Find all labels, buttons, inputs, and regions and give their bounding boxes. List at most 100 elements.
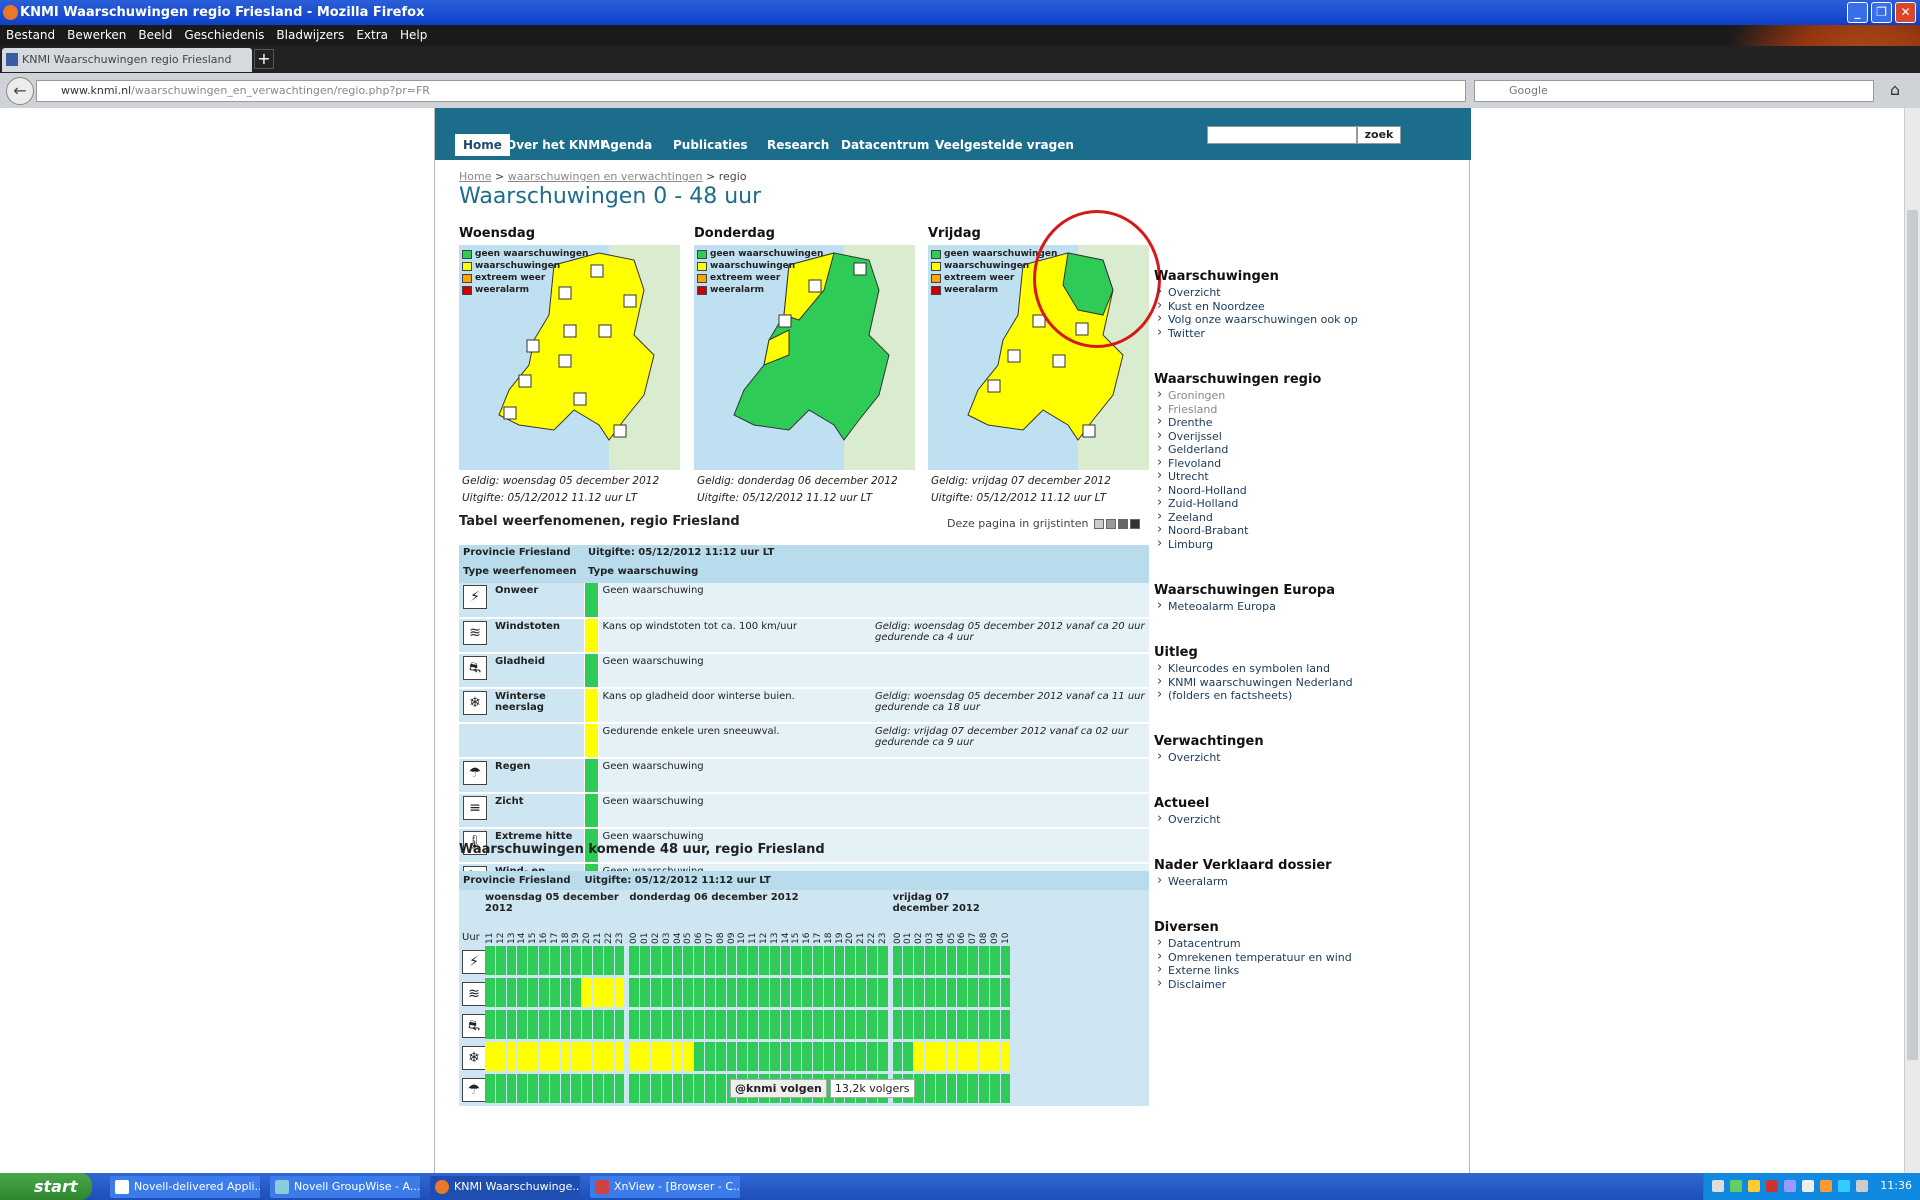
forecast-cell [582,1074,592,1103]
sidebar-link[interactable]: Friesland [1157,401,1217,416]
tray-icon[interactable] [1784,1180,1796,1192]
hour-tick: 10 [1000,932,1011,944]
xnview-icon [595,1180,609,1194]
warning-validity: Geldig: woensdag 05 december 2012 vanaf … [871,688,1149,724]
sidebar-link[interactable]: Meteoalarm Europa [1157,598,1276,613]
nav-home[interactable]: Home [455,134,510,156]
sidebar-link[interactable]: Utrecht [1157,468,1209,483]
tray-icon[interactable] [1820,1180,1832,1192]
forecast-cell [629,1042,640,1071]
menu-extra[interactable]: Extra [356,28,388,42]
tray-icon[interactable] [1838,1180,1850,1192]
sidebar-link[interactable]: Datacentrum [1157,935,1241,950]
volume-icon[interactable] [1856,1180,1868,1192]
browser-tab[interactable]: KNMI Waarschuwingen regio Friesland [2,48,252,72]
home-icon[interactable]: ⌂ [1884,80,1906,102]
nav-datacentrum[interactable]: Datacentrum [841,134,929,156]
twitter-follow[interactable]: @knmi volgen 13,2k volgers [730,1079,915,1098]
nav-agenda[interactable]: Agenda [601,134,652,156]
grayscale-toggle[interactable]: Deze pagina in grijstinten [947,517,1141,530]
tray-icon[interactable] [1748,1180,1760,1192]
menu-bladwijzers[interactable]: Bladwijzers [276,28,344,42]
sidebar-link[interactable]: KNMI waarschuwingen Nederland [1157,674,1353,689]
sidebar-link[interactable]: Drenthe [1157,414,1212,429]
sidebar-link[interactable]: Gelderland [1157,441,1228,456]
maximize-button[interactable]: ❐ [1871,2,1892,23]
sidebar-link[interactable]: Overzicht [1157,284,1221,299]
start-button[interactable]: start [0,1173,92,1200]
hour-tick: 11 [485,932,495,944]
site-search-button[interactable]: zoek [1357,126,1401,144]
hour-tick: 01 [903,932,914,944]
menu-help[interactable]: Help [400,28,427,42]
sidebar-link[interactable]: Volg onze waarschuwingen ook op [1157,311,1358,326]
sidebar-link[interactable]: Omrekenen temperatuur en wind [1157,949,1352,964]
warning-level [583,723,599,759]
nav-research[interactable]: Research [767,134,829,156]
sidebar-link[interactable]: Noord-Holland [1157,482,1247,497]
close-button[interactable]: ✕ [1895,2,1916,23]
minimize-button[interactable]: _ [1847,2,1868,23]
tray-icon[interactable] [1712,1180,1724,1192]
menu-beeld[interactable]: Beeld [138,28,172,42]
nav-publicaties[interactable]: Publicaties [673,134,748,156]
menu-bewerken[interactable]: Bewerken [67,28,126,42]
sidebar-link[interactable]: Zeeland [1157,509,1213,524]
hour-tick: 05 [946,932,957,944]
sidebar-link[interactable]: Externe links [1157,962,1239,977]
crumb-section[interactable]: waarschuwingen en verwachtingen [508,170,703,183]
forecast-cell [705,1074,715,1103]
new-tab-button[interactable]: + [254,49,274,69]
tray-icon[interactable] [1802,1180,1814,1192]
sidebar-link[interactable]: Weeralarm [1157,873,1228,888]
sidebar-link[interactable]: Overzicht [1157,811,1221,826]
tray-icon[interactable] [1766,1180,1778,1192]
back-button[interactable]: ← [6,77,34,105]
twitter-followers: 13,2k volgers [829,1079,915,1098]
task-xnview[interactable]: XnView - [Browser - C... [590,1176,740,1198]
forecast-cell [802,946,812,975]
phenomenon-name: Winterse neerslag [491,688,584,724]
address-bar[interactable]: www.knmi.nl/waarschuwingen_en_verwachtin… [36,80,1466,102]
sidebar-link[interactable]: Noord-Brabant [1157,522,1248,537]
forecast-cell [629,946,640,975]
task-novell-apps[interactable]: Novell-delivered Appli... [110,1176,260,1198]
forecast-cell [603,1042,614,1071]
forecast-cell [968,1074,978,1103]
vertical-scrollbar[interactable] [1904,108,1920,1173]
forecast-cell [834,1042,845,1071]
sidebar-link[interactable]: Kleurcodes en symbolen land [1157,660,1330,675]
sidebar-link[interactable]: Overijssel [1157,428,1222,443]
sidebar-link[interactable]: Groningen [1157,387,1225,402]
tray-icon[interactable] [1730,1180,1742,1192]
sidebar-link[interactable]: Zuid-Holland [1157,495,1238,510]
sidebar-link[interactable]: Kust en Noordzee [1157,298,1265,313]
sidebar-link[interactable]: Overzicht [1157,749,1221,764]
warning-text: Kans op gladheid door winterse buien. [598,688,871,724]
weather-map[interactable]: geen waarschuwingen waarschuwingen extre… [459,245,680,470]
forecast-cell [845,946,856,975]
menu-geschiedenis[interactable]: Geschiedenis [184,28,264,42]
site-search-input[interactable] [1207,126,1357,144]
task-groupwise[interactable]: Novell GroupWise - A... [270,1176,420,1198]
twitter-follow-button[interactable]: @knmi volgen [730,1079,827,1098]
sidebar-link[interactable]: Limburg [1157,536,1213,551]
forecast-grid: Provincie Friesland Uitgifte: 05/12/2012… [459,871,1149,1106]
task-firefox[interactable]: KNMI Waarschuwinge... [430,1176,580,1198]
menu-bestand[interactable]: Bestand [6,28,55,42]
warning-text: Kans op windstoten tot ca. 100 km/uur [598,618,871,654]
sidebar-link[interactable]: Twitter [1157,325,1205,340]
sidebar-link[interactable]: Flevoland [1157,455,1221,470]
nav-vragen[interactable]: Veelgestelde vragen [935,134,1074,156]
scrollbar-thumb[interactable] [1907,210,1918,1060]
nav-over[interactable]: Over het KNMI [506,134,605,156]
forecast-cell [582,1010,592,1039]
crumb-home[interactable]: Home [459,170,491,183]
weather-map[interactable]: geen waarschuwingen waarschuwingen extre… [694,245,915,470]
browser-search-input[interactable]: Google [1474,80,1874,102]
tab-bar: KNMI Waarschuwingen regio Friesland + [0,46,1920,73]
map-woensdag: Woensdag geen waarschuwingen waarschuwin… [459,226,680,507]
forecast-cell [726,1010,737,1039]
sidebar-link[interactable]: Disclaimer [1157,976,1226,991]
sidebar-link[interactable]: (folders en factsheets) [1157,687,1292,702]
